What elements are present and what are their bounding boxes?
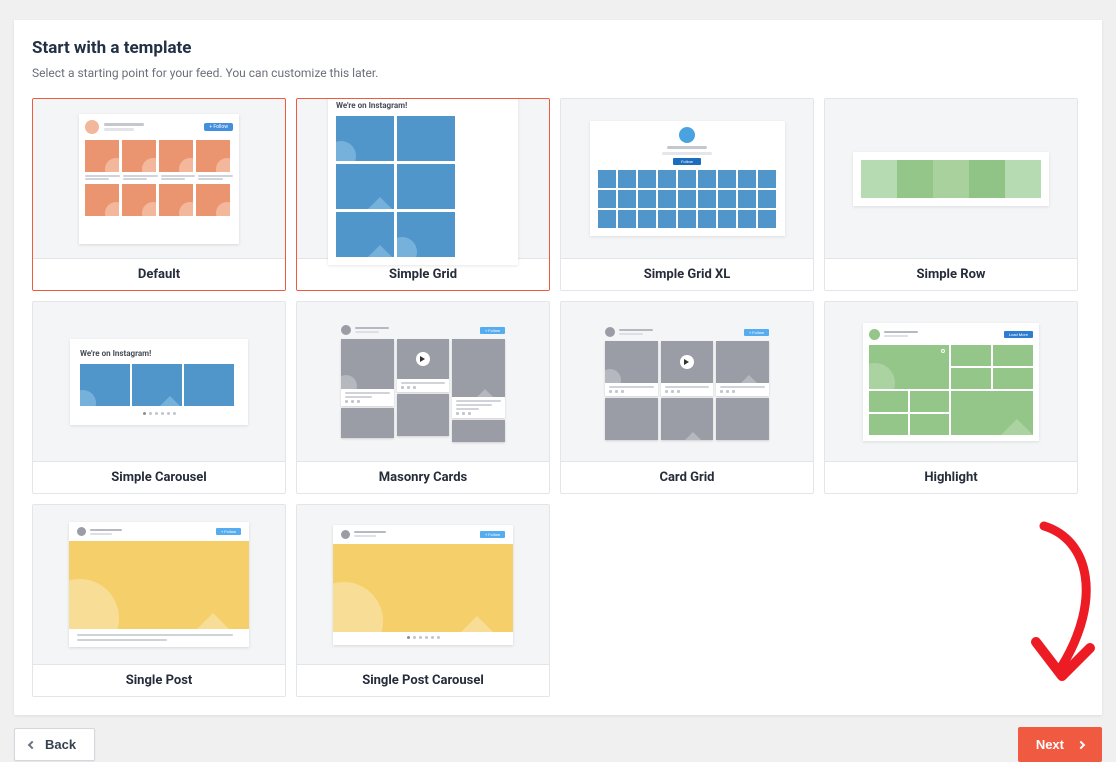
- play-icon: [680, 355, 694, 369]
- template-default[interactable]: + Follow Default: [32, 98, 286, 291]
- chevron-left-icon: [28, 740, 36, 748]
- template-preview: We're on Instagram!: [33, 302, 285, 461]
- template-preview: + Follow: [33, 505, 285, 664]
- template-simple-grid[interactable]: We're on Instagram! Simple Grid: [296, 98, 550, 291]
- template-preview: + Follow: [561, 302, 813, 461]
- template-label: Simple Grid XL: [561, 258, 813, 290]
- template-label: Single Post: [33, 664, 285, 696]
- footer: Back Next: [14, 727, 1102, 762]
- template-highlight[interactable]: Load More Highlight: [824, 301, 1078, 494]
- template-panel: Start with a template Select a starting …: [14, 20, 1102, 715]
- template-label: Masonry Cards: [297, 461, 549, 493]
- template-label: Highlight: [825, 461, 1077, 493]
- template-label: Simple Carousel: [33, 461, 285, 493]
- template-masonry-cards[interactable]: + Follow: [296, 301, 550, 494]
- template-label: Default: [33, 258, 285, 290]
- next-button[interactable]: Next: [1018, 727, 1102, 762]
- template-single-post[interactable]: + Follow Single Post: [32, 504, 286, 697]
- page-title: Start with a template: [32, 38, 1084, 58]
- template-preview: We're on Instagram!: [297, 99, 549, 258]
- template-single-post-carousel[interactable]: + Follow Single Post Carousel: [296, 504, 550, 697]
- back-button[interactable]: Back: [14, 728, 95, 761]
- template-preview: Load More: [825, 302, 1077, 461]
- template-grid: + Follow Default We're on Instagram!: [32, 98, 1084, 697]
- chevron-right-icon: [1077, 740, 1085, 748]
- template-simple-carousel[interactable]: We're on Instagram! Simple Carousel: [32, 301, 286, 494]
- template-label: Card Grid: [561, 461, 813, 493]
- template-card-grid[interactable]: + Follow: [560, 301, 814, 494]
- play-icon: [416, 352, 430, 366]
- page-subtitle: Select a starting point for your feed. Y…: [32, 66, 1084, 80]
- template-label: Simple Row: [825, 258, 1077, 290]
- template-preview: [825, 99, 1077, 258]
- template-preview: + Follow: [297, 302, 549, 461]
- template-simple-row[interactable]: Simple Row: [824, 98, 1078, 291]
- template-preview: Follow: [561, 99, 813, 258]
- template-simple-grid-xl[interactable]: Follow Simple Grid XL: [560, 98, 814, 291]
- template-label: Single Post Carousel: [297, 664, 549, 696]
- template-preview: + Follow: [297, 505, 549, 664]
- template-preview: + Follow: [33, 99, 285, 258]
